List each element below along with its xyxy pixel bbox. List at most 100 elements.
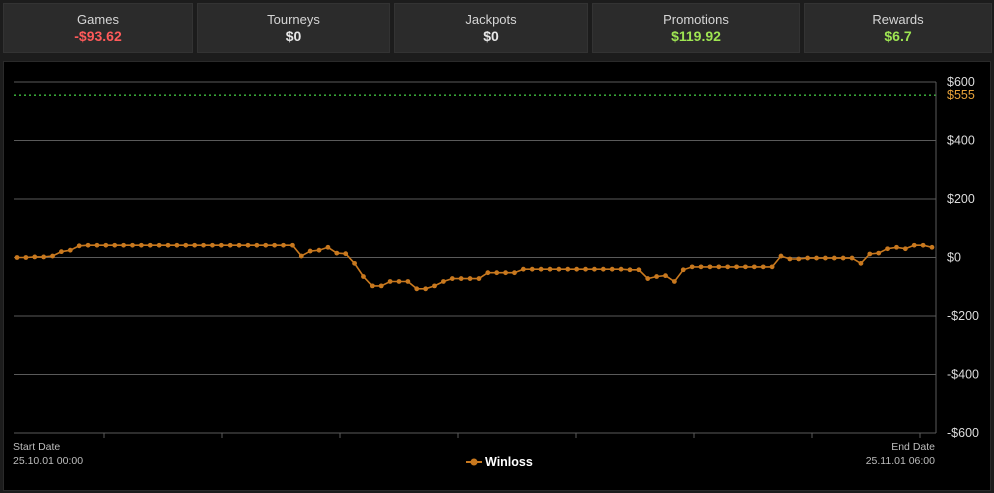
data-point[interactable] [414, 286, 420, 292]
data-point[interactable] [298, 253, 304, 259]
data-point[interactable] [85, 242, 91, 248]
data-point[interactable] [822, 255, 828, 261]
data-point[interactable] [201, 242, 206, 248]
data-point[interactable] [698, 264, 704, 270]
data-point[interactable] [529, 266, 535, 272]
data-point[interactable] [769, 264, 775, 270]
data-point[interactable] [636, 267, 642, 273]
data-point[interactable] [751, 264, 757, 270]
data-point[interactable] [387, 279, 393, 284]
data-point[interactable] [876, 250, 882, 256]
data-point[interactable] [254, 242, 260, 248]
data-point[interactable] [831, 255, 837, 261]
data-point[interactable] [467, 276, 473, 281]
data-point[interactable] [503, 270, 508, 276]
data-point[interactable] [743, 264, 748, 270]
data-point[interactable] [432, 283, 437, 289]
data-point[interactable] [307, 248, 313, 254]
data-point[interactable] [227, 242, 233, 248]
data-point[interactable] [778, 253, 784, 259]
data-point[interactable] [671, 279, 677, 284]
data-point[interactable] [583, 266, 588, 272]
data-point[interactable] [734, 264, 739, 270]
data-point[interactable] [103, 242, 109, 248]
data-point[interactable] [352, 260, 357, 266]
data-point[interactable] [627, 267, 633, 273]
data-point[interactable] [405, 279, 411, 284]
data-point[interactable] [520, 266, 526, 272]
data-point[interactable] [894, 244, 899, 250]
data-point[interactable] [76, 243, 82, 249]
data-point[interactable] [165, 242, 171, 248]
data-point[interactable] [218, 242, 224, 248]
data-point[interactable] [272, 242, 278, 248]
data-point[interactable] [476, 276, 482, 281]
legend[interactable]: Winloss [466, 455, 533, 469]
data-point[interactable] [138, 242, 144, 248]
data-point[interactable] [760, 264, 766, 270]
data-point[interactable] [192, 242, 198, 248]
data-point[interactable] [343, 251, 349, 257]
data-point[interactable] [369, 283, 375, 289]
data-point[interactable] [929, 244, 935, 250]
data-point[interactable] [121, 242, 127, 248]
data-point[interactable] [245, 242, 251, 248]
data-point[interactable] [458, 276, 464, 281]
data-point[interactable] [680, 267, 686, 273]
data-point[interactable] [32, 254, 38, 260]
data-point[interactable] [574, 266, 580, 272]
data-point[interactable] [334, 250, 340, 256]
data-point[interactable] [183, 242, 189, 248]
data-point[interactable] [316, 247, 322, 253]
data-point[interactable] [449, 276, 455, 281]
data-point[interactable] [281, 242, 286, 248]
data-point[interactable] [130, 242, 135, 248]
data-point[interactable] [609, 266, 615, 272]
data-point[interactable] [236, 242, 242, 248]
data-point[interactable] [618, 266, 624, 272]
data-point[interactable] [885, 246, 890, 252]
data-point[interactable] [94, 242, 100, 248]
data-point[interactable] [538, 266, 544, 272]
data-point[interactable] [849, 255, 855, 261]
data-point[interactable] [263, 242, 269, 248]
data-point[interactable] [840, 255, 846, 261]
data-point[interactable] [547, 266, 553, 272]
data-point[interactable] [289, 242, 295, 248]
data-point[interactable] [707, 264, 713, 270]
data-point[interactable] [485, 270, 491, 276]
data-point[interactable] [787, 256, 793, 262]
data-point[interactable] [112, 242, 118, 248]
data-point[interactable] [565, 266, 571, 272]
data-point[interactable] [654, 274, 660, 279]
data-point[interactable] [663, 273, 668, 279]
data-point[interactable] [441, 279, 446, 284]
data-point[interactable] [378, 283, 384, 289]
data-point[interactable] [174, 242, 180, 248]
data-point[interactable] [59, 249, 64, 255]
data-point[interactable] [50, 253, 55, 259]
data-point[interactable] [423, 286, 429, 292]
data-point[interactable] [796, 256, 802, 262]
data-point[interactable] [911, 242, 917, 248]
data-point[interactable] [494, 270, 500, 276]
data-point[interactable] [147, 242, 153, 248]
data-point[interactable] [725, 264, 731, 270]
data-point[interactable] [396, 279, 402, 284]
data-point[interactable] [361, 274, 366, 279]
data-point[interactable] [814, 255, 819, 261]
data-point[interactable] [67, 247, 73, 253]
data-point[interactable] [645, 276, 651, 281]
data-point[interactable] [689, 264, 695, 270]
data-point[interactable] [210, 242, 215, 248]
data-point[interactable] [592, 266, 597, 272]
data-point[interactable] [716, 264, 722, 270]
data-point[interactable] [805, 255, 811, 261]
data-point[interactable] [512, 270, 517, 276]
data-point[interactable] [41, 254, 47, 260]
data-point[interactable] [858, 260, 864, 266]
data-point[interactable] [14, 255, 20, 260]
data-point[interactable] [600, 266, 606, 272]
data-point[interactable] [556, 266, 562, 272]
data-point[interactable] [325, 244, 331, 250]
